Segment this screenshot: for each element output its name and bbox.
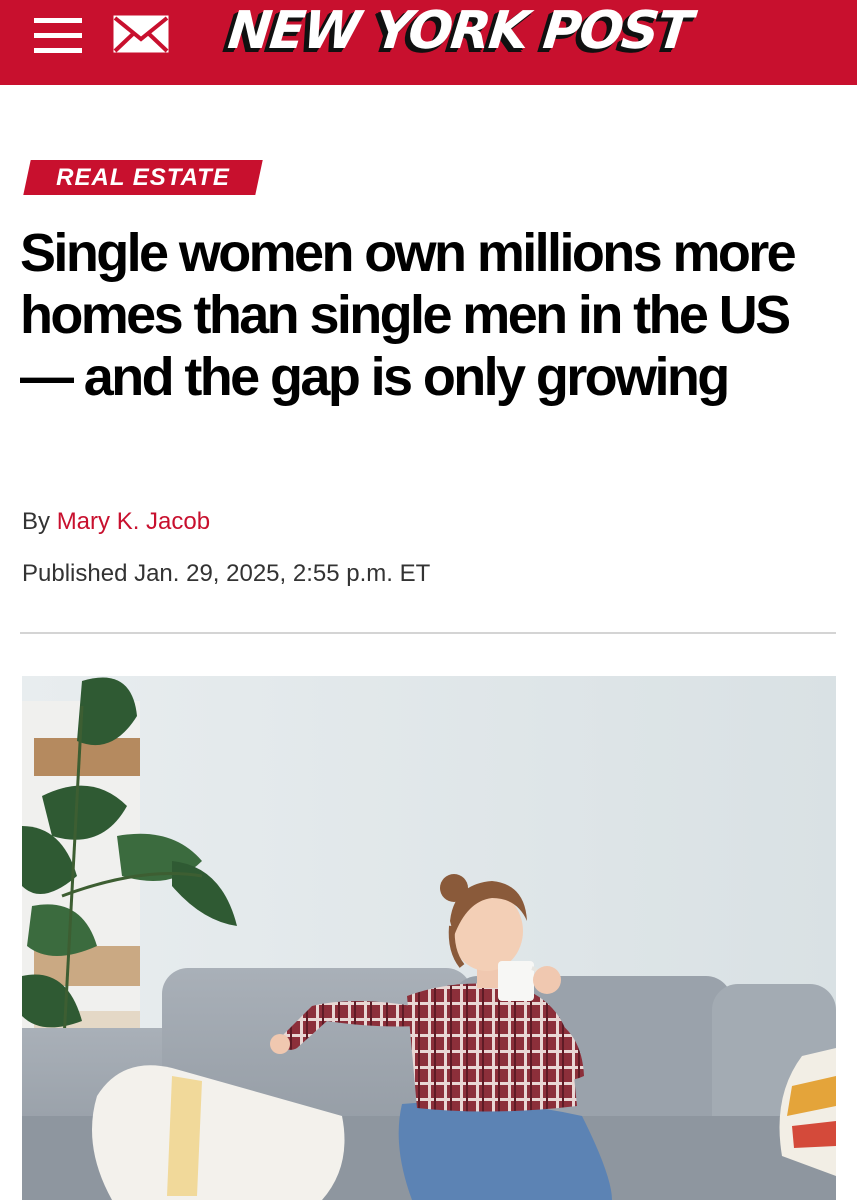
site-logo[interactable]: NEW YORK POST — [224, 0, 693, 70]
section-label[interactable]: REAL ESTATE — [23, 160, 263, 195]
section-label-text: REAL ESTATE — [56, 164, 230, 191]
site-header: NEW YORK POST — [0, 0, 857, 85]
publish-date: Published Jan. 29, 2025, 2:55 p.m. ET — [22, 560, 431, 587]
hamburger-line — [34, 48, 82, 53]
hero-image — [22, 676, 836, 1200]
mail-icon[interactable] — [112, 14, 170, 54]
woman-on-sofa-illustration — [22, 676, 836, 1200]
divider — [20, 632, 836, 634]
byline-prefix: By — [22, 508, 51, 535]
article-headline: Single women own millions more homes tha… — [20, 223, 797, 407]
author-link[interactable]: Mary K. Jacob — [57, 508, 210, 535]
hamburger-line — [34, 33, 82, 38]
byline: By Mary K. Jacob — [22, 508, 210, 536]
hamburger-menu-icon[interactable] — [34, 14, 84, 56]
hamburger-line — [34, 18, 82, 23]
